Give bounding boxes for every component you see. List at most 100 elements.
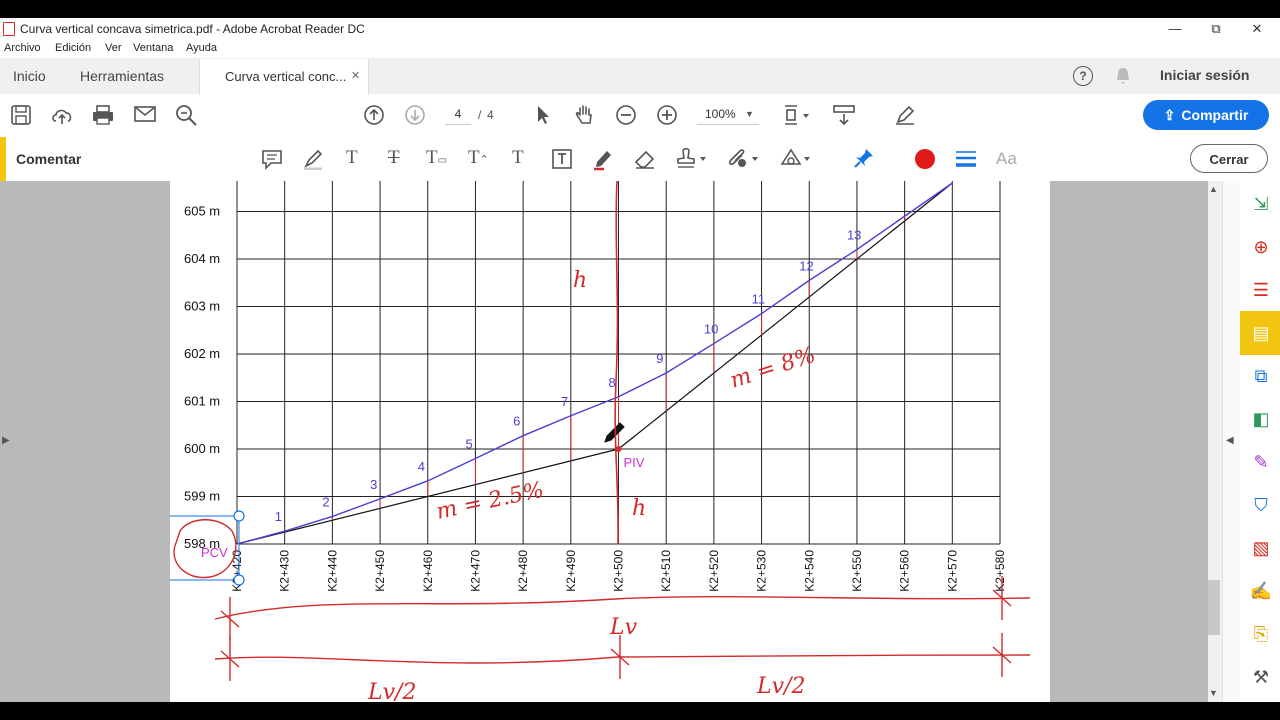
x-tick-label: K2+440: [325, 550, 339, 592]
dimension-tick-mark: [220, 597, 240, 641]
menu-ayuda[interactable]: Ayuda: [186, 42, 217, 54]
x-tick-label: K2+420: [230, 550, 244, 592]
scroll-mode-icon[interactable]: [832, 103, 856, 127]
zoom-search-icon[interactable]: [175, 104, 199, 126]
zoom-level-select[interactable]: 100% ▼: [697, 104, 759, 125]
curve-point-label: 3: [370, 477, 377, 492]
selection-handle: [233, 574, 245, 586]
text-box-icon[interactable]: [551, 148, 573, 170]
underline-text-icon[interactable]: T: [346, 147, 358, 169]
pdf-document-icon[interactable]: ▧: [1248, 535, 1274, 561]
y-tick-label: 601 m: [184, 394, 220, 409]
tab-inicio[interactable]: Inicio: [13, 68, 46, 84]
vertical-curve-chart[interactable]: 605 m 604 m 603 m 602 m 601 m 600 m 599 m 5 9 8 m…: [170, 181, 1050, 702]
stamp-icon[interactable]: [675, 147, 709, 171]
page-number-input[interactable]: 4: [445, 104, 471, 125]
curve-point-label: 2: [322, 494, 329, 509]
cloud-upload-icon[interactable]: [50, 104, 74, 126]
fill-sign-icon[interactable]: ✎: [1248, 449, 1274, 475]
zoom-in-icon[interactable]: [656, 104, 678, 126]
x-tick-label: K2+480: [516, 550, 530, 592]
handwriting-h-bottom: h: [632, 496, 646, 521]
zoom-out-icon[interactable]: [615, 104, 637, 126]
text-properties-icon[interactable]: Aa: [996, 149, 1017, 169]
shapes-icon[interactable]: [779, 147, 813, 171]
tab-document-label: Curva vertical conc...: [225, 69, 347, 84]
curve-point-label: 7: [561, 394, 568, 409]
hand-tool-icon[interactable]: [573, 103, 597, 127]
share-button[interactable]: ⇪ Compartir: [1143, 100, 1269, 130]
menu-ver[interactable]: Ver: [105, 42, 122, 54]
curve-point-label: 11: [752, 292, 766, 307]
replace-text-icon[interactable]: T▭: [426, 147, 447, 169]
create-pdf-icon[interactable]: ⊕: [1248, 234, 1274, 260]
insert-text-icon[interactable]: T⌃: [468, 147, 489, 169]
add-text-icon[interactable]: T: [512, 147, 524, 169]
left-panel-toggle-icon[interactable]: ▶: [2, 435, 10, 446]
next-page-icon[interactable]: [404, 104, 426, 126]
line-weight-icon[interactable]: [955, 149, 977, 169]
menu-archivo[interactable]: Archivo: [4, 42, 41, 54]
organize-pages-icon[interactable]: ☰: [1248, 277, 1274, 303]
export-pdf-icon[interactable]: ⇲: [1248, 191, 1274, 217]
x-tick-label: K2+580: [993, 550, 1007, 592]
scrollbar-thumb[interactable]: [1208, 580, 1220, 635]
previous-page-icon[interactable]: [363, 104, 385, 126]
color-picker-icon[interactable]: [915, 149, 935, 169]
print-icon[interactable]: [91, 104, 115, 126]
x-tick-label: K2+450: [373, 550, 387, 592]
restore-button[interactable]: ⧉: [1199, 19, 1233, 39]
signin-link[interactable]: Iniciar sesión: [1160, 67, 1249, 83]
x-tick-label: K2+540: [802, 550, 816, 592]
eraser-icon[interactable]: [633, 147, 657, 171]
close-window-button[interactable]: ✕: [1240, 19, 1274, 39]
x-axis-labels: K2+420 K2+430 K2+440 K2+450 K2+460 K2+470 K2+4…: [230, 550, 1007, 592]
handwriting-lv-half-left: Lv/2: [367, 680, 416, 702]
menu-edicion[interactable]: Edición: [55, 42, 91, 54]
scroll-down-icon[interactable]: ▼: [1209, 688, 1218, 698]
select-cursor-icon[interactable]: [533, 104, 553, 126]
x-tick-label: K2+560: [898, 550, 912, 592]
sign-pen-icon[interactable]: [893, 103, 917, 127]
save-icon[interactable]: [10, 104, 32, 126]
window-title: Curva vertical concava simetrica.pdf - A…: [20, 22, 365, 36]
y-tick-label: 604 m: [184, 251, 220, 266]
protect-shield-icon[interactable]: ⛉: [1248, 492, 1274, 518]
x-tick-label: K2+460: [421, 550, 435, 592]
page-fit-icon[interactable]: [781, 103, 811, 127]
pcv-label: PCV: [201, 545, 228, 560]
x-tick-label: K2+570: [945, 550, 959, 592]
y-tick-label: 605 m: [184, 204, 220, 219]
send-file-icon[interactable]: ⎘: [1248, 621, 1274, 647]
handwriting-slope-left: m = 2.5%: [434, 478, 546, 525]
page-total: 4: [487, 108, 494, 122]
x-tick-label: K2+470: [468, 550, 482, 592]
help-icon[interactable]: ?: [1073, 66, 1093, 86]
request-signature-icon[interactable]: ✍: [1248, 578, 1274, 604]
highlight-icon[interactable]: [302, 148, 324, 170]
zoom-level-value: 100%: [705, 107, 736, 121]
email-icon[interactable]: [134, 105, 156, 123]
strikethrough-icon[interactable]: T: [388, 147, 400, 169]
right-panel-toggle-icon[interactable]: ◀: [1226, 435, 1234, 446]
compare-files-icon[interactable]: ◧: [1248, 406, 1274, 432]
screen-top-border: [0, 0, 1280, 18]
attach-file-icon[interactable]: [727, 147, 761, 171]
curve-point-label: 10: [704, 322, 718, 337]
bell-icon[interactable]: [1113, 66, 1133, 86]
scroll-up-icon[interactable]: ▲: [1209, 184, 1218, 194]
tab-close-icon[interactable]: ✕: [351, 69, 360, 82]
menu-ventana[interactable]: Ventana: [133, 42, 173, 54]
handwriting-slope-right: m = 8%: [727, 343, 819, 394]
comment-tool-icon[interactable]: ▤: [1248, 320, 1274, 346]
minimize-button[interactable]: —: [1158, 19, 1192, 39]
combine-files-icon[interactable]: ⧉: [1248, 363, 1274, 389]
chart-marks: 12345678910111213PIVPCV: [170, 216, 906, 586]
more-tools-icon[interactable]: ⚒: [1248, 664, 1274, 690]
draw-pencil-icon[interactable]: [592, 147, 614, 171]
chevron-down-icon: ▼: [745, 109, 754, 119]
pin-icon[interactable]: [853, 147, 875, 171]
tab-herramientas[interactable]: Herramientas: [80, 68, 164, 84]
close-comment-button[interactable]: Cerrar: [1190, 144, 1268, 173]
sticky-note-icon[interactable]: [261, 148, 283, 170]
